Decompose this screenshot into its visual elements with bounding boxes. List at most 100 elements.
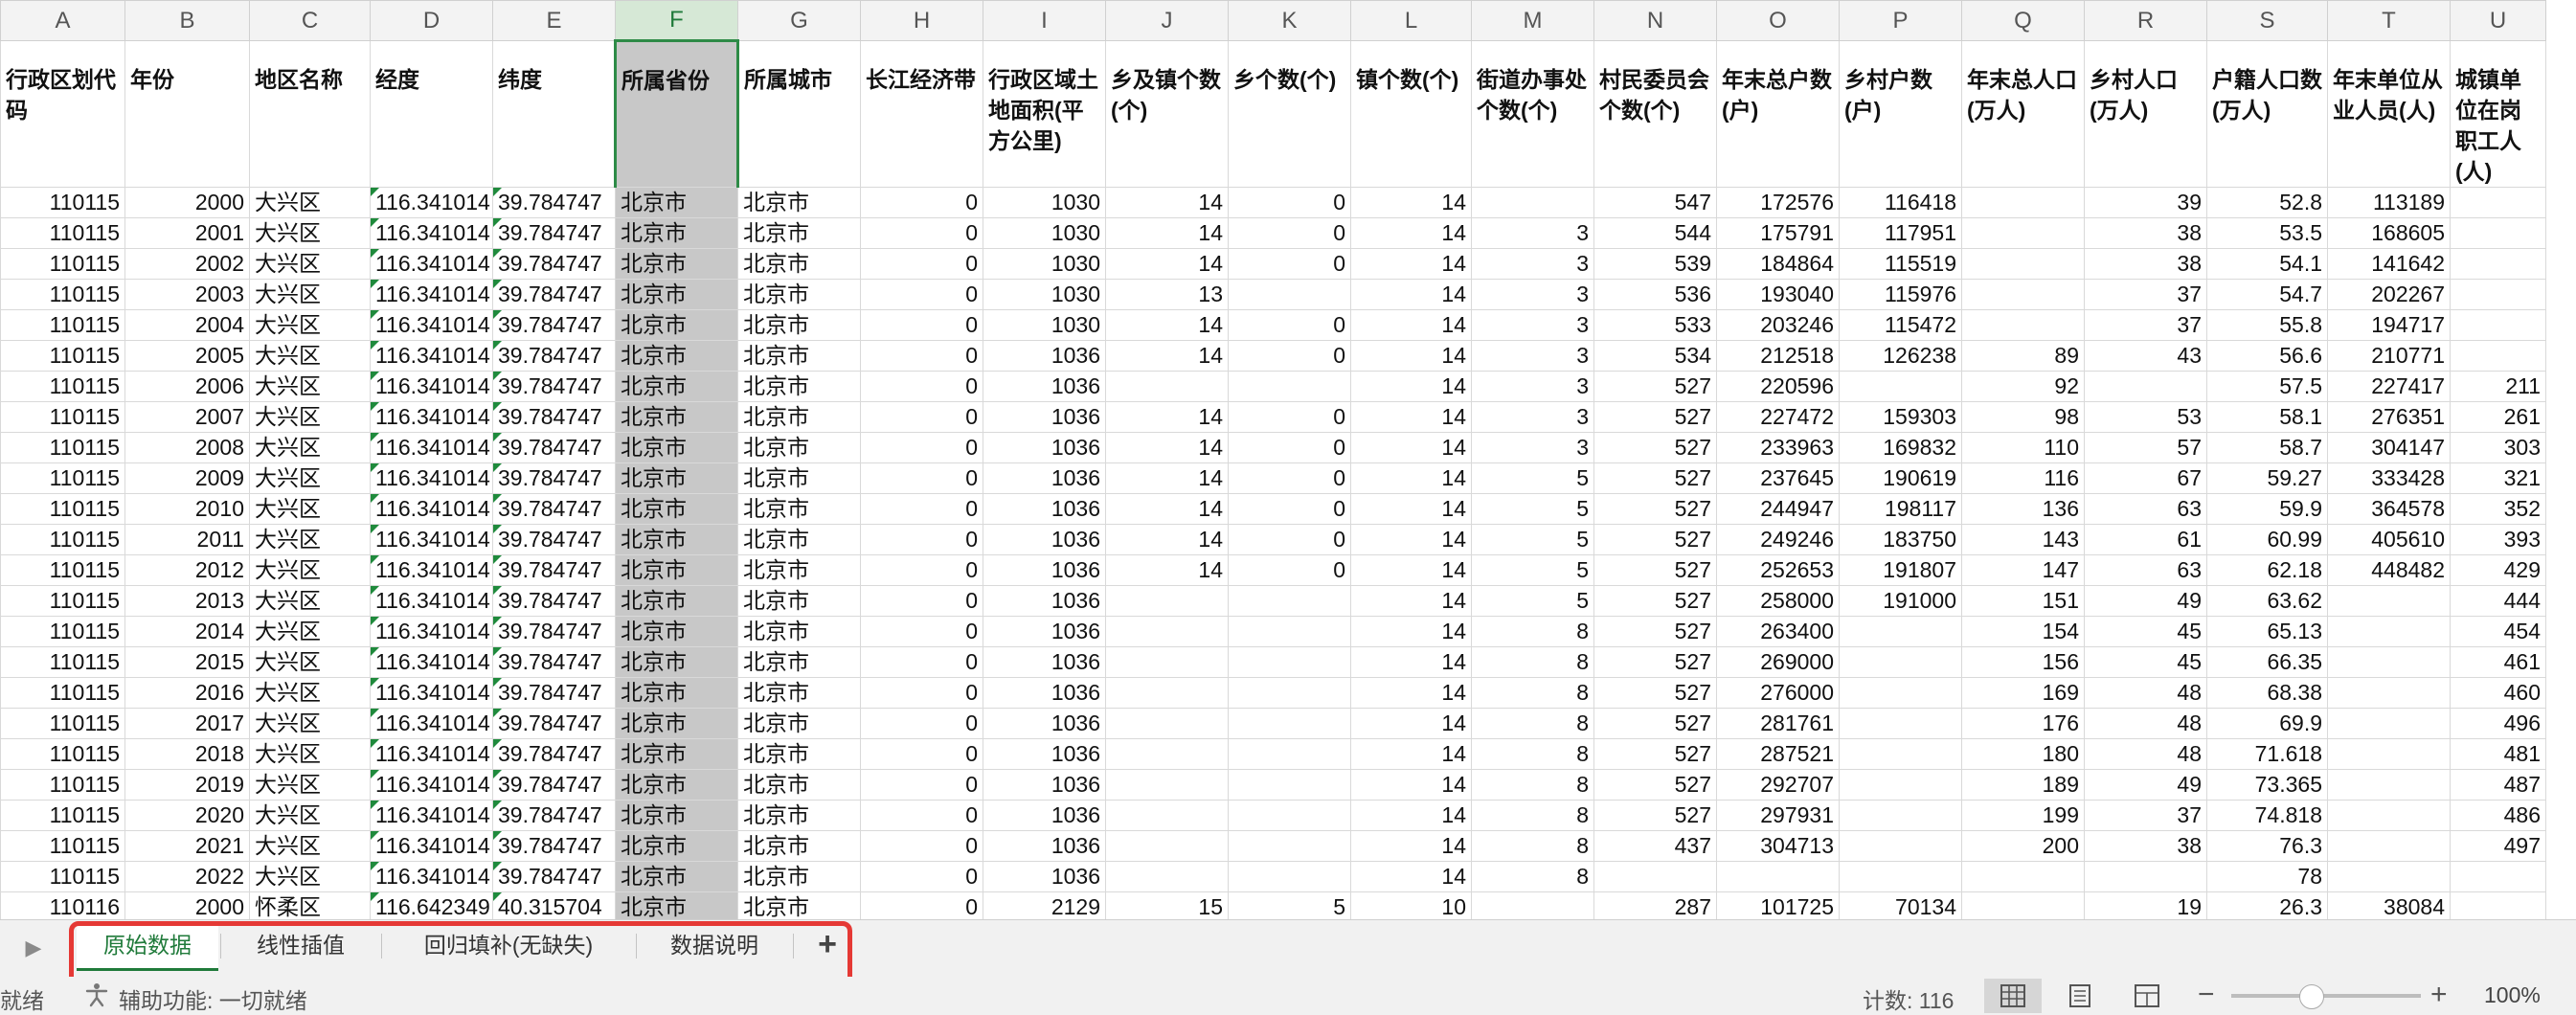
- cell[interactable]: 43: [2084, 340, 2207, 372]
- cell[interactable]: 534: [1593, 340, 1717, 372]
- cell[interactable]: 大兴区: [249, 769, 371, 801]
- cell[interactable]: 1030: [983, 309, 1106, 341]
- cell[interactable]: 405610: [2327, 524, 2451, 555]
- cell[interactable]: 175791: [1716, 217, 1840, 249]
- cell[interactable]: 北京市: [737, 371, 861, 402]
- cell[interactable]: 0: [860, 493, 983, 525]
- cell[interactable]: 19: [2084, 891, 2207, 919]
- cell[interactable]: 14: [1350, 340, 1472, 372]
- cell[interactable]: 249246: [1716, 524, 1840, 555]
- cell[interactable]: 297931: [1716, 800, 1840, 831]
- cell[interactable]: 2012: [124, 554, 250, 586]
- cell[interactable]: 14: [1350, 248, 1472, 280]
- cell[interactable]: 49: [2084, 585, 2207, 617]
- field-header-cell[interactable]: 镇个数(个): [1350, 40, 1472, 188]
- cell[interactable]: 北京市: [615, 462, 738, 494]
- cell[interactable]: 45: [2084, 616, 2207, 647]
- cell[interactable]: 大兴区: [249, 830, 371, 862]
- cell[interactable]: 487: [2450, 769, 2546, 801]
- cell[interactable]: 3: [1471, 217, 1594, 249]
- zoom-slider[interactable]: [2231, 994, 2421, 998]
- cell[interactable]: 48: [2084, 738, 2207, 770]
- cell[interactable]: 183750: [1839, 524, 1962, 555]
- cell[interactable]: 北京市: [737, 340, 861, 372]
- data-table[interactable]: ABCDEFGHIJKLMNOPQRSTU 行政区划代码 年份 地区名称 经度 纬度 所属…: [0, 0, 2546, 919]
- cell[interactable]: 北京市: [615, 585, 738, 617]
- cell[interactable]: [1839, 800, 1962, 831]
- cell[interactable]: 北京市: [615, 677, 738, 709]
- field-header-cell[interactable]: 乡村人口(万人): [2084, 40, 2207, 188]
- cell[interactable]: 539: [1593, 248, 1717, 280]
- cell[interactable]: 14: [1350, 554, 1472, 586]
- cell[interactable]: 大兴区: [249, 401, 371, 433]
- field-header-cell[interactable]: 户籍人口数(万人): [2206, 40, 2328, 188]
- cell[interactable]: 39.784747: [492, 738, 616, 770]
- cell[interactable]: 116.341014: [370, 401, 493, 433]
- cell[interactable]: [1105, 738, 1229, 770]
- cell[interactable]: 北京市: [737, 309, 861, 341]
- field-header-cell[interactable]: 所属城市: [737, 40, 861, 188]
- cell[interactable]: 14: [1105, 432, 1229, 463]
- cell[interactable]: 38: [2084, 217, 2207, 249]
- cell[interactable]: 116.341014: [370, 279, 493, 310]
- cell[interactable]: 110115: [0, 708, 125, 739]
- cell[interactable]: [2450, 861, 2546, 892]
- cell[interactable]: 北京市: [615, 493, 738, 525]
- cell[interactable]: 117951: [1839, 217, 1962, 249]
- cell[interactable]: 497: [2450, 830, 2546, 862]
- cell[interactable]: 2009: [124, 462, 250, 494]
- cell[interactable]: 0: [860, 524, 983, 555]
- cell[interactable]: 北京市: [737, 891, 861, 919]
- cell[interactable]: 北京市: [615, 248, 738, 280]
- cell[interactable]: 0: [1228, 462, 1351, 494]
- cell[interactable]: 37: [2084, 279, 2207, 310]
- cell[interactable]: 110115: [0, 800, 125, 831]
- cell[interactable]: 276000: [1716, 677, 1840, 709]
- column-header-q[interactable]: Q: [1961, 0, 2085, 41]
- field-header-cell[interactable]: 村民委员会个数(个): [1593, 40, 1717, 188]
- cell[interactable]: 39.784747: [492, 524, 616, 555]
- cell[interactable]: 1030: [983, 217, 1106, 249]
- cell[interactable]: 59.27: [2206, 462, 2328, 494]
- cell[interactable]: 252653: [1716, 554, 1840, 586]
- cell[interactable]: 14: [1350, 371, 1472, 402]
- cell[interactable]: 大兴区: [249, 738, 371, 770]
- cell[interactable]: 547: [1593, 187, 1717, 218]
- cell[interactable]: 65.13: [2206, 616, 2328, 647]
- cell[interactable]: 116.642349: [370, 891, 493, 919]
- cell[interactable]: 116.341014: [370, 677, 493, 709]
- cell[interactable]: 527: [1593, 708, 1717, 739]
- cell[interactable]: 北京市: [737, 677, 861, 709]
- cell[interactable]: 0: [860, 217, 983, 249]
- cell[interactable]: 198117: [1839, 493, 1962, 525]
- cell[interactable]: 113189: [2327, 187, 2451, 218]
- cell[interactable]: 北京市: [615, 769, 738, 801]
- cell[interactable]: 0: [860, 371, 983, 402]
- cell[interactable]: [2327, 769, 2451, 801]
- cell[interactable]: 527: [1593, 401, 1717, 433]
- cell[interactable]: 527: [1593, 371, 1717, 402]
- cell[interactable]: 110115: [0, 616, 125, 647]
- cell[interactable]: 292707: [1716, 769, 1840, 801]
- cell[interactable]: 54.7: [2206, 279, 2328, 310]
- cell[interactable]: 2011: [124, 524, 250, 555]
- cell[interactable]: 北京市: [615, 524, 738, 555]
- cell[interactable]: 110115: [0, 309, 125, 341]
- cell[interactable]: 53.5: [2206, 217, 2328, 249]
- cell[interactable]: 大兴区: [249, 708, 371, 739]
- cell[interactable]: 2001: [124, 217, 250, 249]
- page-layout-button[interactable]: [2051, 979, 2109, 1013]
- cell[interactable]: 14: [1350, 187, 1472, 218]
- cell[interactable]: 460: [2450, 677, 2546, 709]
- field-header-cell[interactable]: 行政区划代码: [0, 40, 125, 188]
- cell[interactable]: 39.784747: [492, 708, 616, 739]
- cell[interactable]: 北京市: [615, 800, 738, 831]
- cell[interactable]: 0: [860, 891, 983, 919]
- cell[interactable]: 2000: [124, 187, 250, 218]
- cell[interactable]: [1961, 861, 2085, 892]
- cell[interactable]: 北京市: [615, 279, 738, 310]
- cell[interactable]: 北京市: [737, 432, 861, 463]
- cell[interactable]: 1036: [983, 554, 1106, 586]
- page-break-button[interactable]: [2118, 979, 2176, 1013]
- cell[interactable]: 39.784747: [492, 371, 616, 402]
